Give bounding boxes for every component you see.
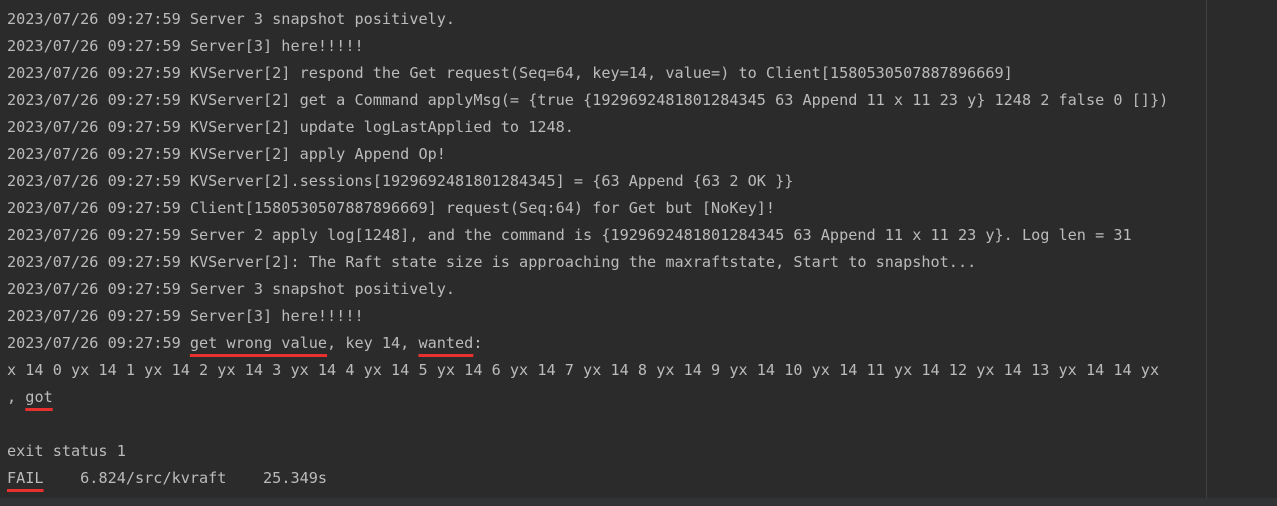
log-line: 2023/07/26 09:27:59 Server 2 apply log[1… <box>7 226 1132 244</box>
error-line-prefix: 2023/07/26 09:27:59 <box>7 334 190 352</box>
log-line: 2023/07/26 09:27:59 KVServer[2] respond … <box>7 64 1013 82</box>
log-line: 2023/07/26 09:27:59 KVServer[2].sessions… <box>7 172 794 190</box>
fail-line: FAIL 6.824/src/kvraft 25.349s <box>7 465 1277 492</box>
fail-line-rest: 6.824/src/kvraft 25.349s <box>43 469 328 487</box>
log-line: 2023/07/26 09:27:59 KVServer[2] update l… <box>7 118 574 136</box>
log-line: 2023/07/26 09:27:59 KVServer[2] apply Ap… <box>7 145 446 163</box>
got-line: , got <box>7 384 1277 411</box>
horizontal-scrollbar[interactable] <box>0 498 1277 506</box>
error-line-middle: , key 14, <box>327 334 419 352</box>
log-line: 2023/07/26 09:27:59 Client[1580530507887… <box>7 199 776 217</box>
wrong-value-highlight: get wrong value <box>189 334 328 352</box>
exit-status-line: exit status 1 <box>7 442 126 460</box>
log-line: 2023/07/26 09:27:59 Server 3 snapshot po… <box>7 10 456 28</box>
right-margin-guide <box>1206 0 1207 506</box>
error-line: 2023/07/26 09:27:59 get wrong value, key… <box>7 330 1277 357</box>
fail-highlight: FAIL <box>7 469 44 487</box>
wanted-values-line: x 14 0 yx 14 1 yx 14 2 yx 14 3 yx 14 4 y… <box>7 361 1160 379</box>
wanted-highlight: wanted <box>418 334 474 352</box>
log-line: 2023/07/26 09:27:59 Server[3] here!!!!! <box>7 37 364 55</box>
log-line: 2023/07/26 09:27:59 Server[3] here!!!!! <box>7 307 364 325</box>
error-line-suffix: : <box>473 334 483 352</box>
log-line: 2023/07/26 09:27:59 Server 3 snapshot po… <box>7 280 456 298</box>
got-line-prefix: , <box>7 388 26 406</box>
console-output[interactable]: 2023/07/26 09:27:59 Server 3 snapshot po… <box>0 0 1277 506</box>
log-line: 2023/07/26 09:27:59 KVServer[2]: The Raf… <box>7 253 977 271</box>
got-highlight: got <box>25 388 53 406</box>
log-line: 2023/07/26 09:27:59 KVServer[2] get a Co… <box>7 91 1169 109</box>
